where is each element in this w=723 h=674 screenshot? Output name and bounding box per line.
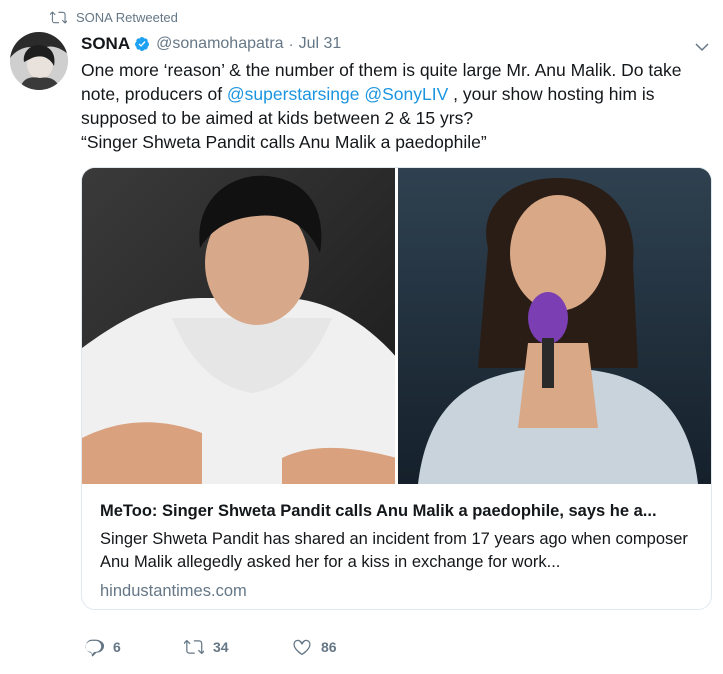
reply-icon (85, 639, 104, 657)
tweet-text: One more ‘reason’ & the number of them i… (81, 58, 711, 154)
card-title[interactable]: MeToo: Singer Shweta Pandit calls Anu Ma… (100, 500, 697, 522)
chevron-down-icon[interactable] (693, 38, 711, 56)
card-photo-right (394, 168, 711, 484)
retweet-context-label: SONA Retweeted (76, 9, 178, 25)
retweet-icon (50, 11, 67, 23)
avatar-photo (10, 32, 68, 90)
card-body: MeToo: Singer Shweta Pandit calls Anu Ma… (100, 486, 697, 602)
retweet-button[interactable]: 34 (184, 637, 292, 657)
reply-count: 6 (113, 639, 121, 655)
tweet-actions: 6 34 86 (84, 637, 337, 657)
reply-button[interactable]: 6 (84, 637, 184, 657)
like-button[interactable]: 86 (292, 637, 337, 657)
card-photo-left (82, 168, 395, 484)
card-domain: hindustantimes.com (100, 582, 247, 600)
mention-sonyliv[interactable]: @SonyLIV (364, 84, 448, 104)
tweet-text-quote: “Singer Shweta Pandit calls Anu Malik a … (81, 132, 487, 152)
tweet-header: SONA @sonamohapatra · Jul 31 (81, 33, 341, 55)
mention-superstarsinge[interactable]: @superstarsinge (227, 84, 360, 104)
header-separator: · (288, 35, 294, 53)
like-count: 86 (321, 639, 337, 655)
retweet-context: SONA Retweeted (50, 8, 178, 26)
card-image (82, 168, 711, 484)
verified-badge-icon (134, 36, 150, 52)
heart-icon (293, 639, 311, 656)
author-handle[interactable]: @sonamohapatra (156, 35, 283, 53)
retweet-count: 34 (213, 639, 229, 655)
link-card[interactable]: MeToo: Singer Shweta Pandit calls Anu Ma… (81, 167, 712, 610)
author-name[interactable]: SONA (81, 34, 130, 54)
avatar[interactable] (10, 32, 68, 90)
tweet-date[interactable]: Jul 31 (299, 35, 342, 53)
retweet-action-icon (184, 639, 204, 655)
card-description: Singer Shweta Pandit has shared an incid… (100, 530, 688, 571)
